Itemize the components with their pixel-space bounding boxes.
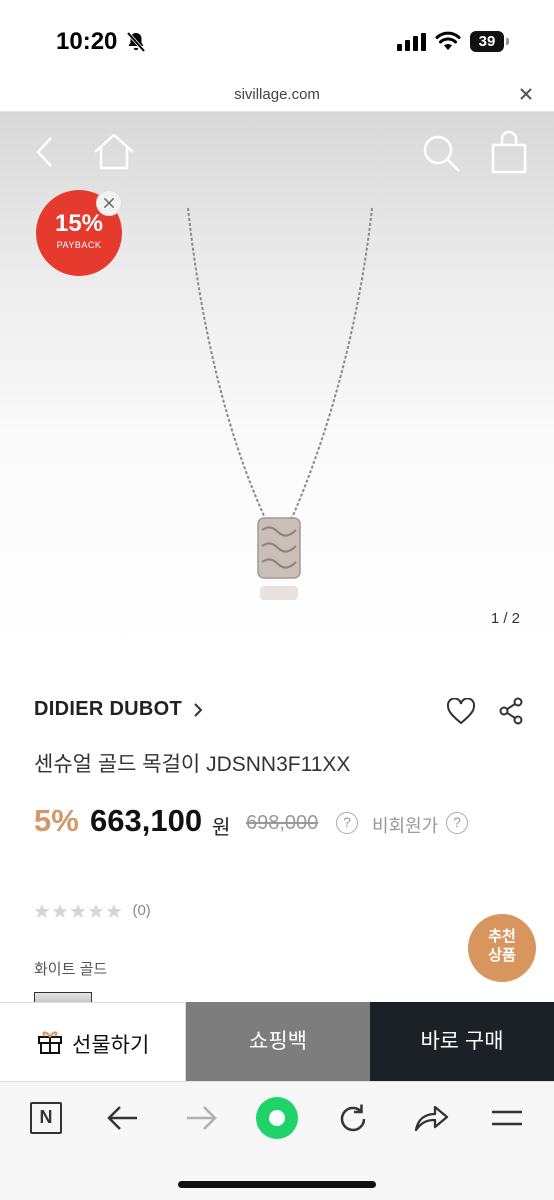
share-icon[interactable] [498,697,524,725]
heart-icon[interactable] [446,698,476,726]
reload-icon[interactable] [336,1102,370,1136]
buy-now-button[interactable]: 바로 구매 [370,1002,554,1081]
gift-label: 선물하기 [72,1034,150,1057]
currency-label: 원 [212,817,231,839]
status-bar: 10:20 39 [0,0,554,80]
price-help-icon[interactable]: ? [336,812,358,834]
gift-icon [38,1031,62,1054]
home-icon[interactable] [92,132,136,172]
signal-icon [397,33,426,51]
member-price-label: 비회원가 [372,816,439,836]
star-icon [52,903,68,918]
recommend-line2: 상품 [488,947,516,964]
original-price: 698,000 [246,812,319,834]
url-text[interactable]: sivillage.com [0,86,554,103]
rating-row[interactable]: (0) [34,902,151,922]
price-row: 5% 663,100 원 698,000 ? 비회원가 ? [34,803,534,843]
payback-label: PAYBACK [56,240,102,250]
gallery-page-indicator: 1 / 2 [490,610,520,627]
back-icon[interactable] [106,1104,140,1132]
home-indicator [178,1181,376,1188]
purchase-bar: 선물하기 쇼핑백 바로 구매 [0,1002,554,1081]
product-title: 센슈얼 골드 목걸이 JDSNN3F11XX [34,753,351,776]
product-gallery[interactable]: 15% PAYBACK 1 / 2 [0,112,554,652]
battery-level: 39 [470,31,504,52]
menu-icon[interactable] [490,1106,524,1130]
bell-slash-icon [126,31,146,53]
status-time: 10:20 [56,28,118,55]
shopping-bag-icon[interactable] [490,130,528,174]
gift-button[interactable]: 선물하기 [0,1002,186,1081]
color-option-label: 화이트 골드 [34,961,108,978]
wifi-icon [435,31,461,50]
payback-close-icon[interactable] [96,190,122,216]
discount-rate: 5% [34,803,79,838]
recommend-products-button[interactable]: 추천 상품 [468,914,536,982]
necklace-product-image [187,207,373,600]
share-icon[interactable] [412,1102,450,1134]
sale-price: 663,100 [90,803,203,838]
chevron-right-icon[interactable] [192,702,204,718]
browser-toolbar: N [0,1081,554,1200]
naver-n-icon[interactable]: N [30,1102,62,1134]
star-icon [34,903,50,918]
star-icon [70,903,86,918]
green-dot-icon[interactable] [256,1097,298,1139]
star-icon [88,903,104,918]
search-icon[interactable] [420,132,462,174]
add-to-cart-button[interactable]: 쇼핑백 [186,1002,370,1081]
forward-icon[interactable] [184,1104,218,1132]
review-count[interactable]: (0) [132,902,150,919]
recommend-line1: 추천 [488,928,516,945]
battery-icon: 39 [470,31,510,52]
back-arrow-icon[interactable] [30,134,60,170]
brand-name[interactable]: DIDIER DUBOT [34,698,182,720]
address-bar[interactable]: sivillage.com [0,80,554,112]
close-icon[interactable] [518,86,534,102]
member-price-help-icon[interactable]: ? [446,812,468,834]
brand-link[interactable]: DIDIER DUBOT [34,698,203,721]
star-icon [106,903,122,918]
